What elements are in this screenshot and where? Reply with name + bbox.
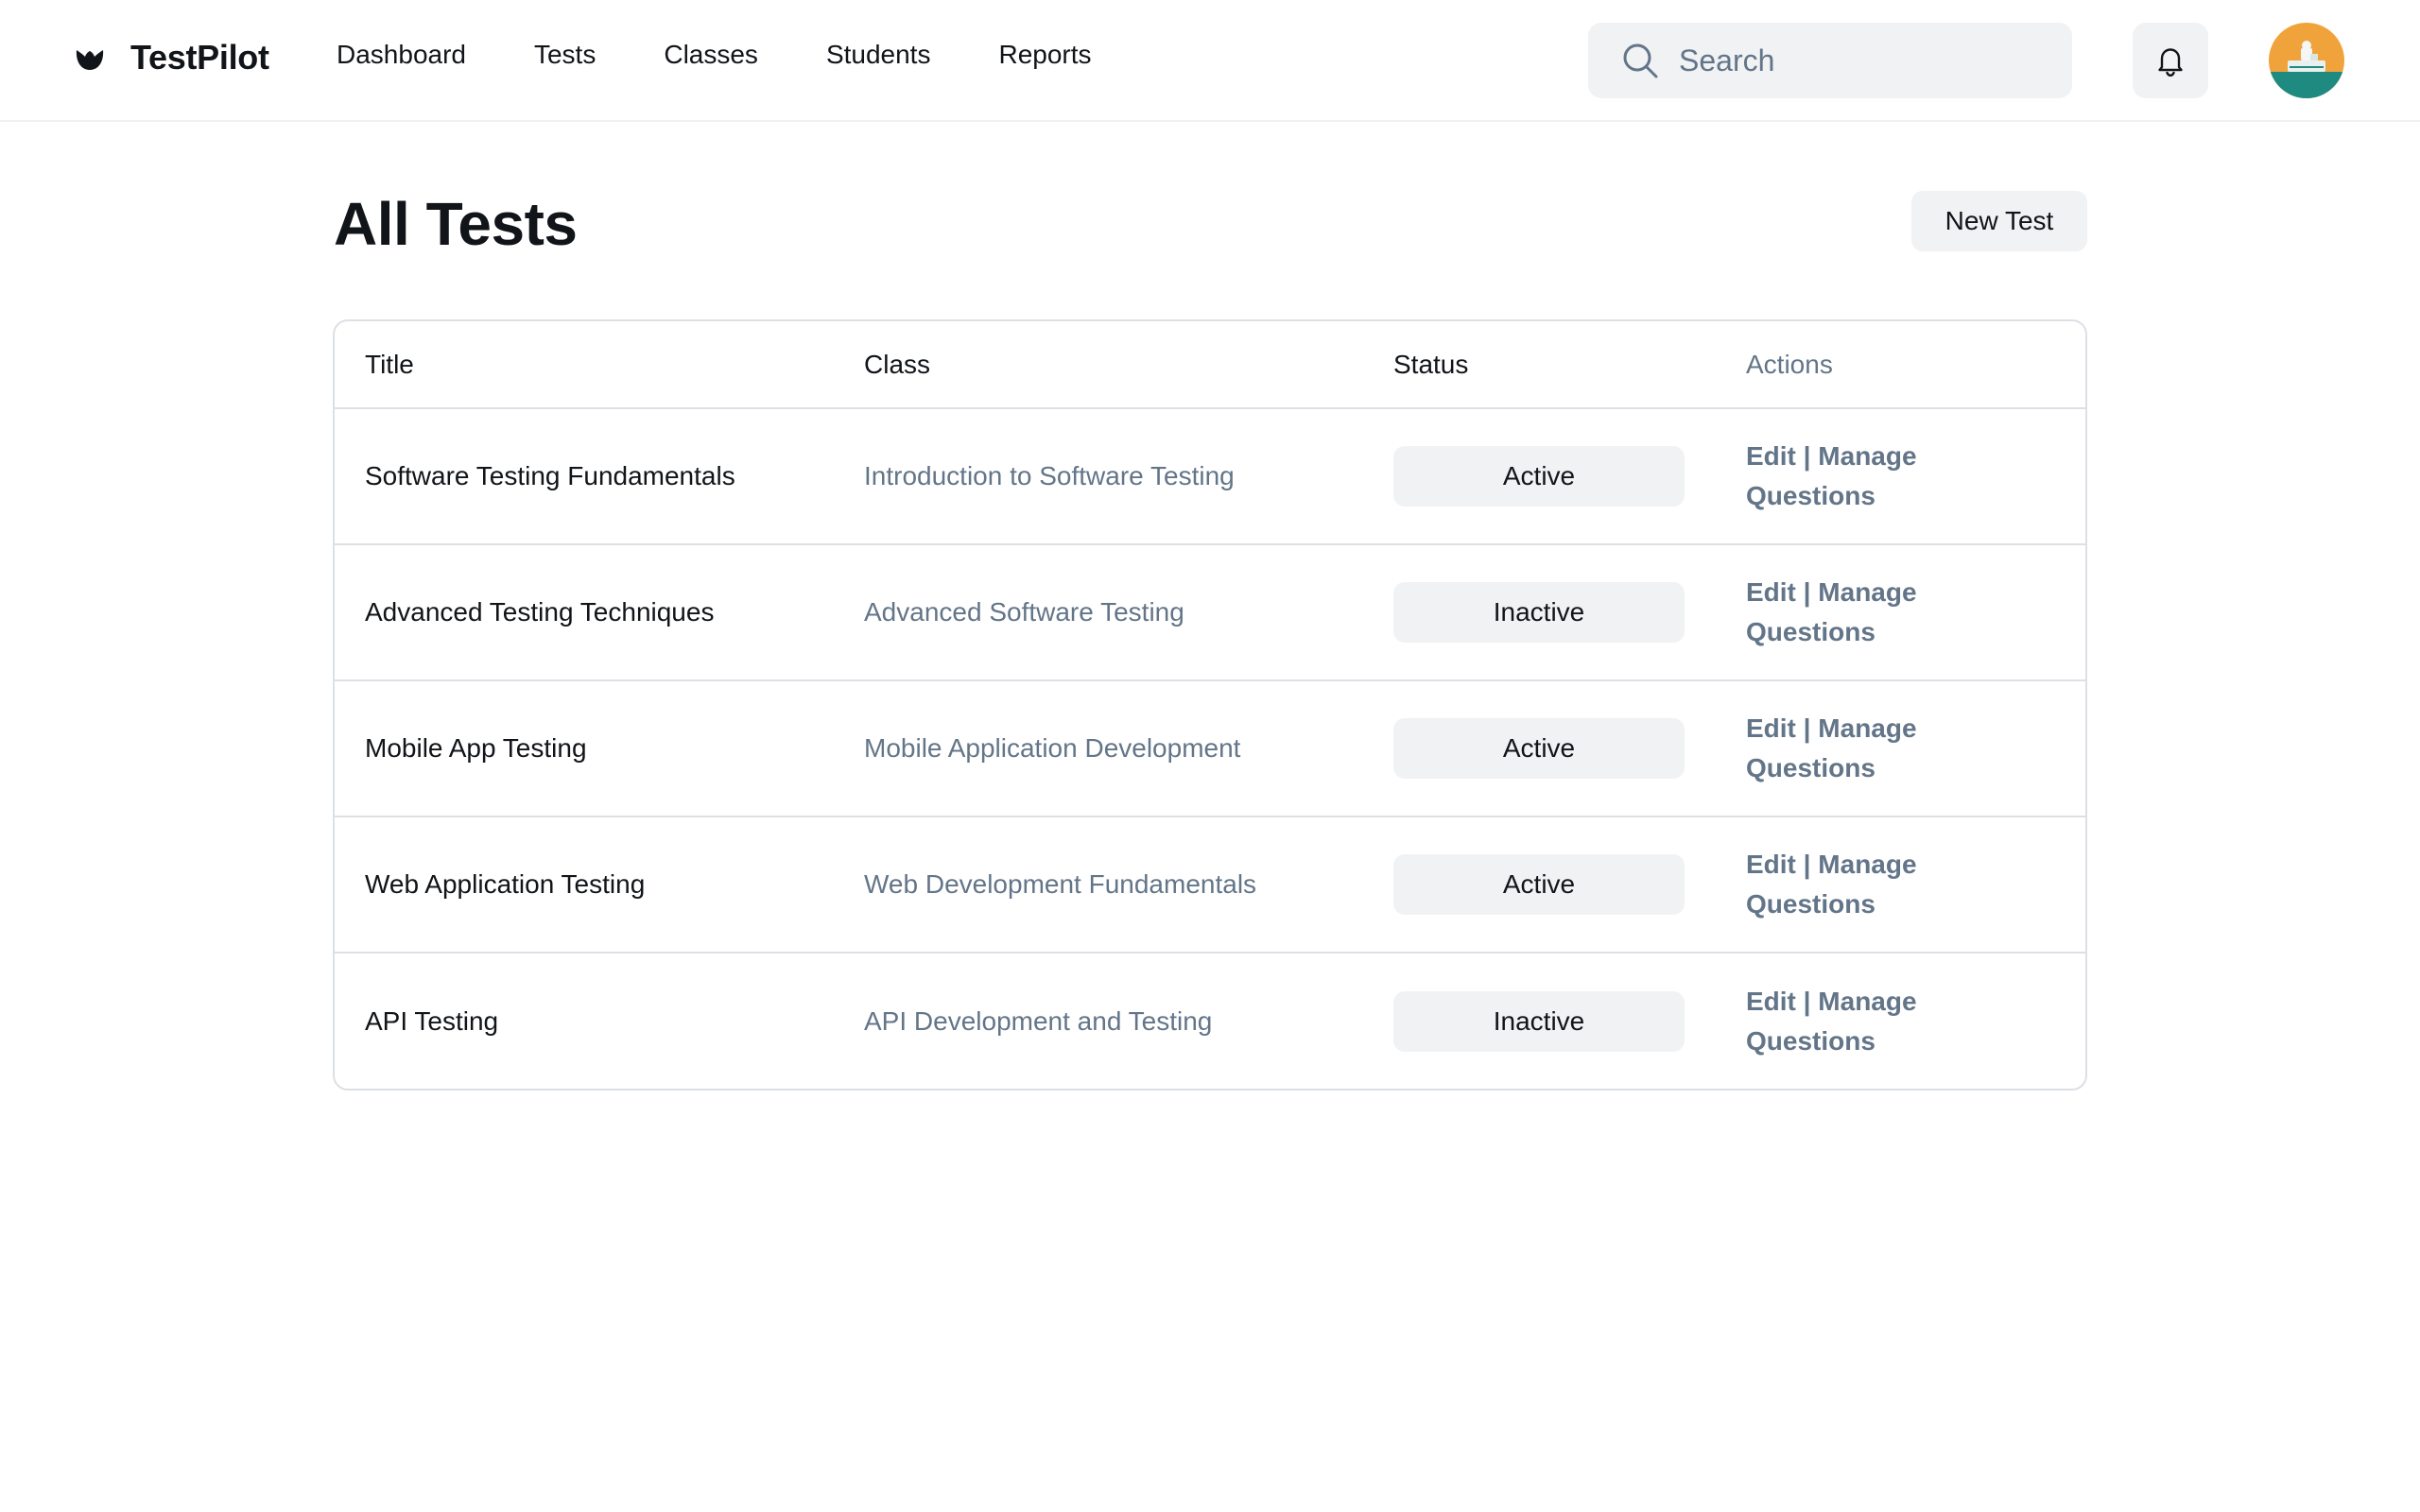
search-icon <box>1623 43 1658 78</box>
edit-link[interactable]: Edit <box>1746 850 1796 879</box>
new-test-button[interactable]: New Test <box>1911 191 2087 251</box>
action-separator: | <box>1803 713 1811 743</box>
status-badge[interactable]: Active <box>1393 854 1685 915</box>
nav-item-students[interactable]: Students <box>826 40 931 70</box>
test-title: Advanced Testing Techniques <box>365 597 715 627</box>
test-class: Web Development Fundamentals <box>864 869 1257 899</box>
action-separator: | <box>1803 577 1811 607</box>
edit-link[interactable]: Edit <box>1746 713 1796 743</box>
edit-link[interactable]: Edit <box>1746 987 1796 1016</box>
user-avatar[interactable] <box>2269 23 2344 98</box>
test-class: Introduction to Software Testing <box>864 461 1235 490</box>
test-class: API Development and Testing <box>864 1005 1213 1036</box>
row-actions: Edit | Manage Questions <box>1746 709 1954 788</box>
test-title: Web Application Testing <box>365 869 646 899</box>
bowl-logo-icon <box>76 50 104 70</box>
column-header-class: Class <box>864 321 1393 409</box>
column-header-title: Title <box>335 321 864 409</box>
main-nav: Dashboard Tests Classes Students Reports <box>337 40 1092 70</box>
test-class: Advanced Software Testing <box>864 597 1184 627</box>
action-separator: | <box>1803 850 1811 879</box>
column-header-actions: Actions <box>1746 321 2085 409</box>
row-actions: Edit | Manage Questions <box>1746 573 1954 652</box>
table-row: Software Testing Fundamentals Introducti… <box>335 408 2085 544</box>
avatar-illustration <box>2269 23 2344 98</box>
action-separator: | <box>1803 441 1811 471</box>
test-title: Mobile App Testing <box>365 733 587 763</box>
test-title: Software Testing Fundamentals <box>365 461 735 490</box>
nav-item-classes[interactable]: Classes <box>664 40 758 70</box>
column-header-status: Status <box>1393 321 1746 409</box>
test-title: API Testing <box>365 1005 499 1036</box>
table-header-row: Title Class Status Actions <box>335 321 2085 409</box>
edit-link[interactable]: Edit <box>1746 577 1796 607</box>
action-separator: | <box>1803 986 1811 1016</box>
nav-item-reports[interactable]: Reports <box>998 40 1091 70</box>
status-badge[interactable]: Inactive <box>1393 582 1685 643</box>
bell-icon <box>2158 48 2183 77</box>
status-badge[interactable]: Inactive <box>1393 990 1685 1052</box>
table-row: Web Application Testing Web Development … <box>335 816 2085 953</box>
row-actions: Edit | Manage Questions <box>1746 437 1954 516</box>
edit-link[interactable]: Edit <box>1746 441 1796 471</box>
top-navigation-bar: TestPilot Dashboard Tests Classes Studen… <box>0 0 2420 122</box>
nav-item-tests[interactable]: Tests <box>534 40 596 70</box>
brand[interactable]: TestPilot <box>74 38 269 77</box>
app-name: TestPilot <box>130 38 269 77</box>
table-row: Advanced Testing Techniques Advanced Sof… <box>335 544 2085 680</box>
table-row: API Testing API Development and Testing … <box>335 953 2085 1089</box>
table-row: Mobile App Testing Mobile Application De… <box>335 680 2085 816</box>
status-badge[interactable]: Active <box>1393 446 1685 507</box>
search-input[interactable] <box>1679 43 2057 78</box>
search-box[interactable] <box>1588 23 2072 98</box>
notifications-button[interactable] <box>2133 23 2208 98</box>
tests-table: Title Class Status Actions Software Test… <box>333 319 2087 1091</box>
row-actions: Edit | Manage Questions <box>1746 845 1954 924</box>
row-actions: Edit | Manage Questions <box>1746 982 1954 1061</box>
page-title: All Tests <box>334 190 578 258</box>
nav-item-dashboard[interactable]: Dashboard <box>337 40 466 70</box>
status-badge[interactable]: Active <box>1393 718 1685 779</box>
test-class: Mobile Application Development <box>864 733 1241 763</box>
